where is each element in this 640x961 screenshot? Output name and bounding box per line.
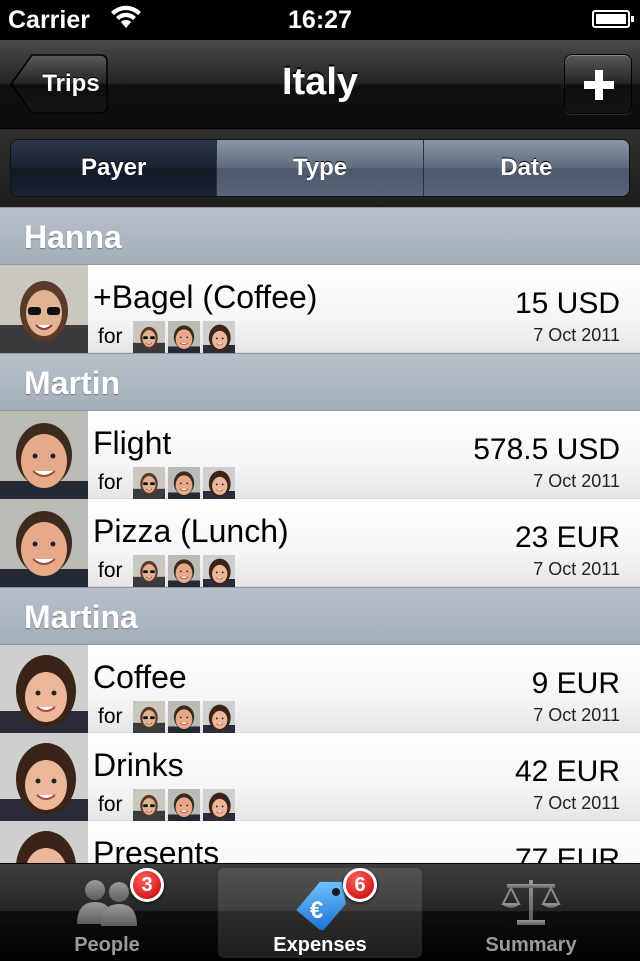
expense-title: Flight: [93, 425, 172, 461]
back-button-label: Trips: [42, 70, 100, 97]
payer-avatar: [0, 499, 88, 587]
tab-people[interactable]: 3 People: [2, 864, 212, 961]
expense-date: 7 Oct 2011: [533, 793, 620, 813]
sort-toolbar: Payer Type Date: [0, 129, 640, 207]
payer-avatar: [0, 645, 88, 733]
tab-expenses[interactable]: € 6 Expenses: [215, 864, 425, 961]
expense-date: 7 Oct 2011: [533, 471, 620, 491]
participant-avatar: [203, 555, 235, 587]
svg-text:€: €: [310, 897, 323, 924]
page-title: Italy: [281, 61, 359, 103]
payer-avatar: [0, 411, 88, 499]
expense-amount: 77 EUR: [514, 843, 620, 863]
participant-avatar: [203, 321, 235, 353]
tab-bar: 3 People € 6 Expenses Summary: [0, 863, 640, 961]
participant-avatar: [168, 321, 200, 353]
participant-avatar: [203, 701, 235, 733]
segment-payer[interactable]: Payer: [11, 140, 217, 196]
navigation-bar: Trips Italy: [0, 40, 640, 129]
payer-avatar: [0, 733, 88, 821]
tab-summary[interactable]: Summary: [426, 864, 636, 961]
for-label: for: [98, 325, 123, 348]
expense-row[interactable]: Drinks for 42 EUR 7 Oct 2011: [0, 733, 640, 821]
expense-date: 7 Oct 2011: [533, 705, 620, 725]
participant-avatar: [133, 321, 165, 353]
participant-avatar: [203, 789, 235, 821]
participant-avatar: [168, 555, 200, 587]
battery-icon: [592, 10, 634, 28]
participant-avatar: [168, 789, 200, 821]
status-bar: Carrier 16:27: [0, 0, 640, 40]
participant-avatar: [133, 467, 165, 499]
participant-avatar: [203, 467, 235, 499]
expense-amount: 9 EUR: [531, 667, 620, 700]
expense-title: Pizza (Lunch): [93, 513, 289, 549]
people-badge: 3: [130, 868, 164, 902]
expense-row[interactable]: Coffee for 9 EUR 7 Oct 2011: [0, 645, 640, 733]
sort-segmented-control: Payer Type Date: [10, 139, 630, 197]
expense-amount: 23 EUR: [514, 521, 620, 554]
back-button[interactable]: Trips: [10, 54, 108, 114]
section-header-martina: Martina: [0, 587, 640, 645]
tab-label: Expenses: [273, 934, 367, 956]
payer-avatar: [0, 821, 88, 863]
for-label: for: [98, 793, 123, 816]
section-header-label: Martin: [24, 365, 120, 401]
tab-label: Summary: [485, 934, 577, 956]
expense-row[interactable]: Pizza (Lunch) for 23 EUR 7 Oct 2011: [0, 499, 640, 587]
participant-avatar: [168, 701, 200, 733]
expense-title: Drinks: [93, 747, 184, 783]
expense-amount: 42 EUR: [514, 755, 620, 788]
section-header-label: Martina: [24, 599, 138, 635]
segment-date[interactable]: Date: [422, 140, 629, 196]
section-header-hanna: Hanna: [0, 207, 640, 265]
expense-amount: 15 USD: [514, 287, 620, 320]
expense-row[interactable]: +Bagel (Coffee) for 15 USD 7 Oct 2011: [0, 265, 640, 353]
expense-date: 7 Oct 2011: [533, 325, 620, 345]
add-expense-button[interactable]: [564, 54, 632, 114]
participant-avatar: [133, 701, 165, 733]
payer-avatar: [0, 265, 88, 353]
section-header-martin: Martin: [0, 353, 640, 411]
participant-avatar: [133, 789, 165, 821]
scales-icon: [501, 880, 561, 925]
participant-avatar: [133, 555, 165, 587]
for-label: for: [98, 559, 123, 582]
expense-date: 7 Oct 2011: [533, 559, 620, 579]
expense-amount: 578.5 USD: [473, 433, 620, 466]
expenses-list[interactable]: Hanna +Bagel (Coffee) for 15 USD 7 Oct 2…: [0, 207, 640, 863]
for-label: for: [98, 471, 123, 494]
clock: 16:27: [288, 6, 352, 34]
expense-title: Coffee: [93, 659, 187, 695]
expense-title: Presents: [93, 835, 220, 863]
expense-title: +Bagel (Coffee): [93, 279, 318, 315]
expense-row[interactable]: Presents for 77 EUR: [0, 821, 640, 863]
for-label: for: [98, 705, 123, 728]
section-header-label: Hanna: [24, 219, 122, 255]
segment-type[interactable]: Type: [216, 140, 423, 196]
tab-label: People: [74, 934, 140, 956]
expense-row[interactable]: Flight for 578.5 USD 7 Oct 2011: [0, 411, 640, 499]
expenses-badge: 6: [343, 868, 377, 902]
participant-avatar: [168, 467, 200, 499]
